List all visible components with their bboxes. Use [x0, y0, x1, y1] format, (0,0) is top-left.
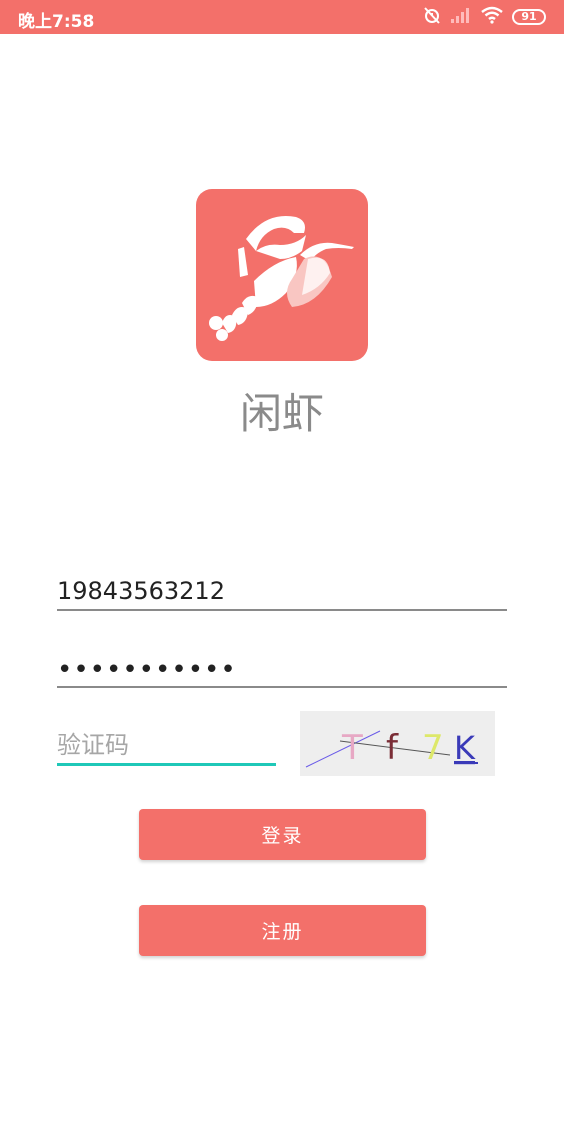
status-bar: 晚上7:58 91: [0, 0, 564, 34]
password-field[interactable]: •••••••••••: [57, 646, 507, 688]
captcha-underline: [57, 763, 276, 766]
captcha-field[interactable]: 验证码: [57, 724, 276, 766]
status-icons: 91: [422, 5, 546, 29]
captcha-char-4: K: [454, 729, 476, 767]
captcha-graphic[interactable]: T f 7 K: [300, 711, 495, 776]
lobster-icon: [209, 215, 354, 341]
phone-field[interactable]: 19843563212: [57, 570, 507, 611]
status-time: 晚上7:58: [18, 12, 95, 32]
register-button[interactable]: 注册: [139, 905, 426, 956]
captcha-input-placeholder[interactable]: 验证码: [57, 725, 129, 760]
alarm-off-icon: [422, 5, 442, 29]
wifi-icon: [480, 6, 504, 28]
password-underline: [57, 686, 507, 688]
app-name: 闲虾: [239, 389, 324, 438]
captcha-char-3: 7: [422, 728, 444, 768]
phone-input[interactable]: 19843563212: [57, 577, 225, 605]
signal-icon: [450, 6, 472, 28]
captcha-char-2: f: [386, 728, 399, 768]
captcha-char-1: T: [341, 728, 363, 768]
captcha-image[interactable]: T f 7 K: [300, 711, 495, 776]
app-logo: [196, 189, 368, 361]
phone-underline: [57, 609, 507, 611]
login-button[interactable]: 登录: [139, 809, 426, 860]
password-input[interactable]: •••••••••••: [57, 655, 237, 685]
battery-icon: 91: [512, 9, 546, 25]
